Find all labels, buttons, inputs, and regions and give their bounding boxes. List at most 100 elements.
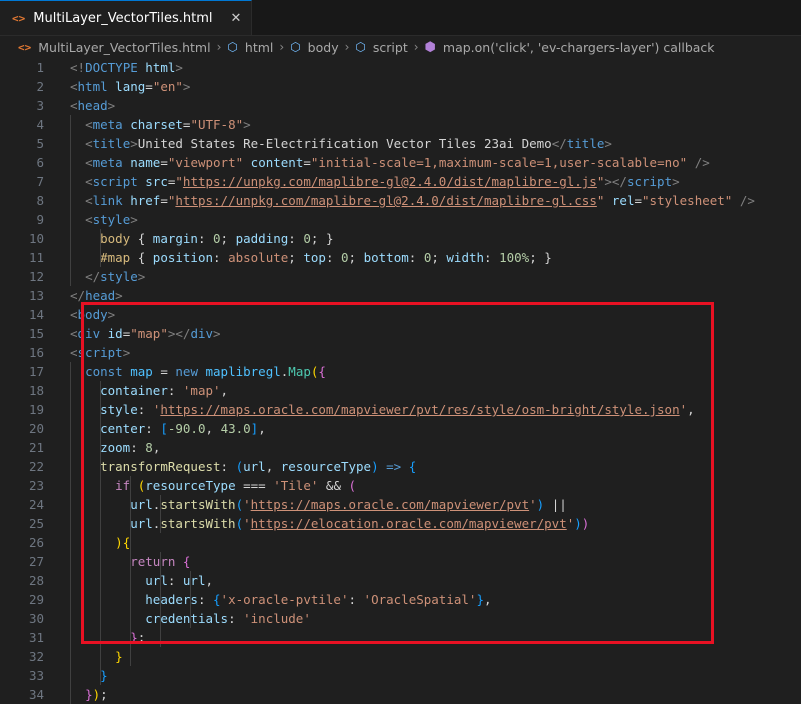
code-line[interactable]: 27 return { <box>0 552 801 571</box>
code-token: || <box>544 497 567 512</box>
code-line[interactable]: 15 <div id="map"></div> <box>0 324 801 343</box>
code-token: script <box>77 345 123 360</box>
code-token: > <box>107 307 116 322</box>
line-number: 25 <box>28 516 44 531</box>
code-line[interactable]: 26 ){ <box>0 533 801 552</box>
code-editor[interactable]: 1 <!DOCTYPE html> 2 <html lang="en"> 3 <head>… <box>0 58 801 704</box>
code-line[interactable]: 30 credentials: 'include' <box>0 609 801 628</box>
line-number: 8 <box>36 193 44 208</box>
indent-guide <box>70 210 71 229</box>
code-token: = <box>634 193 643 208</box>
code-token: => <box>386 459 402 474</box>
code-token: > <box>130 212 138 227</box>
code-token: link <box>92 193 123 208</box>
code-token: style <box>100 269 138 284</box>
code-line[interactable]: 4 <meta charset="UTF-8"> <box>0 115 801 134</box>
code-text: container: 'map', <box>44 381 228 400</box>
chevron-right-icon: › <box>216 40 222 54</box>
indent-guide <box>100 495 102 514</box>
code-token: zoom <box>100 440 131 455</box>
code-line[interactable]: 28 url: url, <box>0 571 801 590</box>
code-line[interactable]: 8 <link href="https://unpkg.com/maplibre… <box>0 191 801 210</box>
code-token: = <box>152 364 176 379</box>
code-token: , <box>205 573 214 588</box>
indent-guide <box>190 590 192 609</box>
code-token: : <box>197 231 214 246</box>
code-line[interactable]: 1 <!DOCTYPE html> <box>0 58 801 77</box>
code-token: > <box>115 288 123 303</box>
code-token: < <box>85 155 93 170</box>
breadcrumb-body[interactable]: body <box>308 40 339 55</box>
code-token: Map <box>288 364 311 379</box>
code-line[interactable]: 3 <head> <box>0 96 801 115</box>
line-number: 1 <box>36 60 44 75</box>
code-token: { <box>130 231 153 246</box>
code-line[interactable]: 32 } <box>0 647 801 666</box>
code-line[interactable]: 12 </style> <box>0 267 801 286</box>
code-token: 'x-oracle-pvtile' <box>220 592 349 607</box>
code-token: 8 <box>145 440 153 455</box>
code-line[interactable]: 16 <script> <box>0 343 801 362</box>
code-token: 0 <box>341 250 349 265</box>
indent-guide <box>70 666 71 685</box>
code-line[interactable]: 10 body { margin: 0; padding: 0; } <box>0 229 801 248</box>
code-token: , <box>220 383 229 398</box>
code-token: ( <box>235 497 244 512</box>
code-token: > <box>137 269 146 284</box>
code-token: ; } <box>529 250 552 265</box>
code-token: < <box>85 174 93 189</box>
code-line[interactable]: 14 <body> <box>0 305 801 324</box>
line-number: 6 <box>36 155 44 170</box>
close-icon[interactable]: ✕ <box>230 11 241 26</box>
code-token: div <box>77 326 101 341</box>
code-line[interactable]: 23 if (resourceType === 'Tile' && ( <box>0 476 801 495</box>
code-token: ; } <box>310 231 334 246</box>
code-line[interactable]: 9 <style> <box>0 210 801 229</box>
code-line[interactable]: 19 style: 'https://maps.oracle.com/mapvi… <box>0 400 801 419</box>
code-token: lang <box>107 79 146 94</box>
line-number: 26 <box>28 535 44 550</box>
tab-multilayer-vectortiles[interactable]: <> MultiLayer_VectorTiles.html ✕ <box>0 0 253 35</box>
code-line[interactable]: 33 } <box>0 666 801 685</box>
line-number: 10 <box>28 231 44 246</box>
code-token: url <box>130 497 153 512</box>
code-token: , <box>483 592 492 607</box>
breadcrumb-callback[interactable]: map.on('click', 'ev-chargers-layer') cal… <box>443 40 715 55</box>
code-text: style: 'https://maps.oracle.com/mapviewe… <box>44 400 695 419</box>
code-token: ' <box>529 497 537 512</box>
code-token: const <box>85 364 123 379</box>
code-text: <title>United States Re-Electrification … <box>44 134 612 153</box>
code-line[interactable]: 13 </head> <box>0 286 801 305</box>
indent-guide <box>100 476 102 495</box>
code-token: /> <box>687 155 710 170</box>
code-text: url: url, <box>44 571 213 590</box>
breadcrumb-file[interactable]: MultiLayer_VectorTiles.html <box>38 40 210 55</box>
breadcrumb-html[interactable]: html <box>245 40 273 55</box>
code-line[interactable]: 25 url.startsWith('https://elocation.ora… <box>0 514 801 533</box>
code-line[interactable]: 29 headers: {'x-oracle-pvtile': 'OracleS… <box>0 590 801 609</box>
code-line[interactable]: 21 zoom: 8, <box>0 438 801 457</box>
code-line[interactable]: 31 }; <box>0 628 801 647</box>
indent-guide <box>130 495 132 514</box>
code-line[interactable]: 34 }); <box>0 685 801 704</box>
code-token: style <box>92 212 131 227</box>
element-icon: ⬡ <box>290 40 301 54</box>
code-line[interactable]: 7 <script src="https://unpkg.com/maplibr… <box>0 172 801 191</box>
line-number: 27 <box>28 554 44 569</box>
code-line[interactable]: 2 <html lang="en"> <box>0 77 801 96</box>
code-token: : <box>288 231 304 246</box>
code-line[interactable]: 5 <title>United States Re-Electrificatio… <box>0 134 801 153</box>
code-line[interactable]: 6 <meta name="viewport" content="initial… <box>0 153 801 172</box>
code-line[interactable]: 17 const map = new maplibregl.Map({ <box>0 362 801 381</box>
code-line[interactable]: 20 center: [-90.0, 43.0], <box>0 419 801 438</box>
code-line[interactable]: 24 url.startsWith('https://maps.oracle.c… <box>0 495 801 514</box>
code-token: position <box>152 250 214 265</box>
code-line[interactable]: 11 #map { position: absolute; top: 0; bo… <box>0 248 801 267</box>
code-line[interactable]: 18 container: 'map', <box>0 381 801 400</box>
line-number: 14 <box>28 307 44 322</box>
breadcrumb-script[interactable]: script <box>373 40 408 55</box>
code-token: src <box>137 174 168 189</box>
code-token: < <box>85 136 93 151</box>
code-line[interactable]: 22 transformRequest: (url, resourceType)… <box>0 457 801 476</box>
